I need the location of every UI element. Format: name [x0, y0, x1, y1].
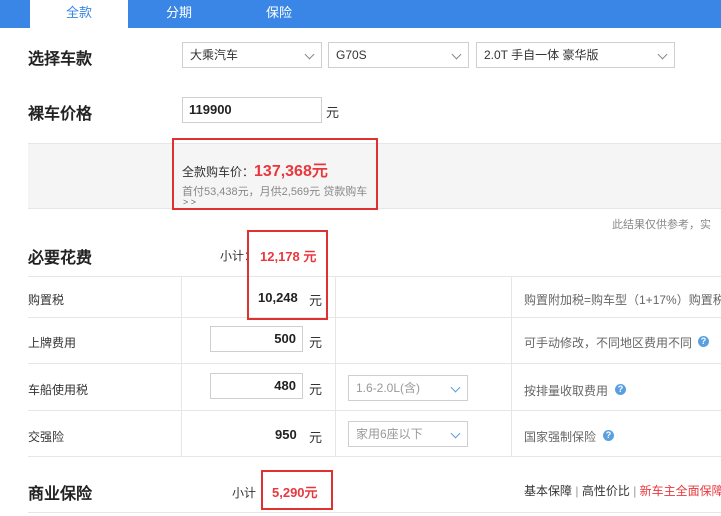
table-row-plate-fee-name: 上牌费用 [28, 336, 77, 350]
bare-price-title: 裸车价格 [28, 106, 93, 123]
select-model-title: 选择车款 [28, 51, 93, 68]
plate-fee-unit: 元 [309, 335, 323, 350]
plan-full-link[interactable]: 新车主全面保障 [640, 484, 721, 498]
seat-type-select-value: 家用6座以下 [356, 427, 423, 441]
table-row-compulsory-insurance-name: 交强险 [28, 430, 65, 444]
brand-select[interactable]: 大乘汽车 [182, 42, 322, 68]
disclaimer-text: 此结果仅供参考，实 [612, 219, 711, 231]
vehicle-tax-unit: 元 [309, 382, 323, 397]
table-divider [28, 456, 721, 457]
plan-basic-link[interactable]: 基本保障 [524, 484, 572, 498]
plan-separator: | [575, 484, 579, 498]
chevron-down-icon [451, 49, 462, 60]
total-price-row: 全款购车价：137,368元 [182, 157, 328, 181]
plan-separator: | [633, 484, 637, 498]
required-costs-title: 必要花费 [28, 250, 93, 267]
vehicle-tax-input[interactable]: 480 [210, 373, 303, 399]
chevron-down-icon [450, 382, 461, 393]
compulsory-insurance-note: 国家强制保险 [524, 430, 597, 444]
bare-price-unit: 元 [326, 105, 340, 120]
vehicle-tax-note: 按排量收取费用 [524, 384, 609, 398]
loan-arrow[interactable]: > > [183, 197, 196, 207]
compulsory-insurance-unit: 元 [309, 430, 323, 445]
tab-full-payment[interactable]: 全款 [30, 0, 128, 28]
chevron-down-icon [304, 49, 315, 60]
table-divider [28, 317, 721, 318]
trim-select[interactable]: 2.0T 手自一体 豪华版 [476, 42, 675, 68]
total-price-value: 137,368元 [254, 163, 328, 180]
purchase-tax-value: 10,248 [258, 290, 298, 305]
tab-installment[interactable]: 分期 [130, 0, 228, 28]
series-select[interactable]: G70S [328, 42, 469, 68]
compulsory-insurance-value: 950 [275, 427, 297, 442]
table-divider [28, 363, 721, 364]
chevron-down-icon [450, 428, 461, 439]
table-divider [28, 276, 721, 277]
help-icon[interactable]: ? [603, 430, 614, 441]
purchase-tax-note: 购置附加税=购车型（1+17%）购置税 [524, 293, 721, 307]
purchase-tax-unit: 元 [309, 293, 323, 308]
displacement-select-value: 1.6-2.0L(含) [356, 381, 421, 395]
total-price-label: 全款购车价： [182, 165, 255, 179]
seat-type-select[interactable]: 家用6座以下 [348, 421, 468, 447]
bare-price-input[interactable]: 119900 [182, 97, 322, 123]
plan-value-link[interactable]: 高性价比 [582, 484, 630, 498]
table-row-vehicle-tax-name: 车船使用税 [28, 383, 89, 397]
commercial-subtotal-value: 5,290元 [272, 485, 318, 500]
insurance-plan-links: 基本保障 | 高性价比 | 新车主全面保障 [524, 482, 721, 499]
displacement-select[interactable]: 1.6-2.0L(含) [348, 375, 468, 401]
commercial-insurance-title: 商业保险 [28, 486, 93, 503]
plate-fee-input[interactable]: 500 [210, 326, 303, 352]
table-divider [511, 276, 512, 456]
tab-insurance[interactable]: 保险 [230, 0, 328, 28]
chevron-down-icon [657, 49, 668, 60]
commercial-subtotal-label: 小计 [232, 486, 257, 500]
plate-fee-note: 可手动修改，不同地区费用不同 [524, 336, 693, 350]
table-row-purchase-tax-name: 购置税 [28, 293, 65, 307]
help-icon[interactable]: ? [615, 384, 626, 395]
table-divider [28, 512, 721, 513]
loan-link[interactable]: 首付53,438元，月供2,569元 贷款购车 [182, 183, 367, 199]
table-divider [335, 276, 336, 456]
help-icon[interactable]: ? [698, 336, 709, 347]
series-select-value: G70S [336, 48, 367, 62]
table-divider [181, 276, 182, 456]
table-divider [28, 410, 721, 411]
brand-select-value: 大乘汽车 [190, 48, 239, 62]
trim-select-value: 2.0T 手自一体 豪华版 [484, 48, 599, 62]
